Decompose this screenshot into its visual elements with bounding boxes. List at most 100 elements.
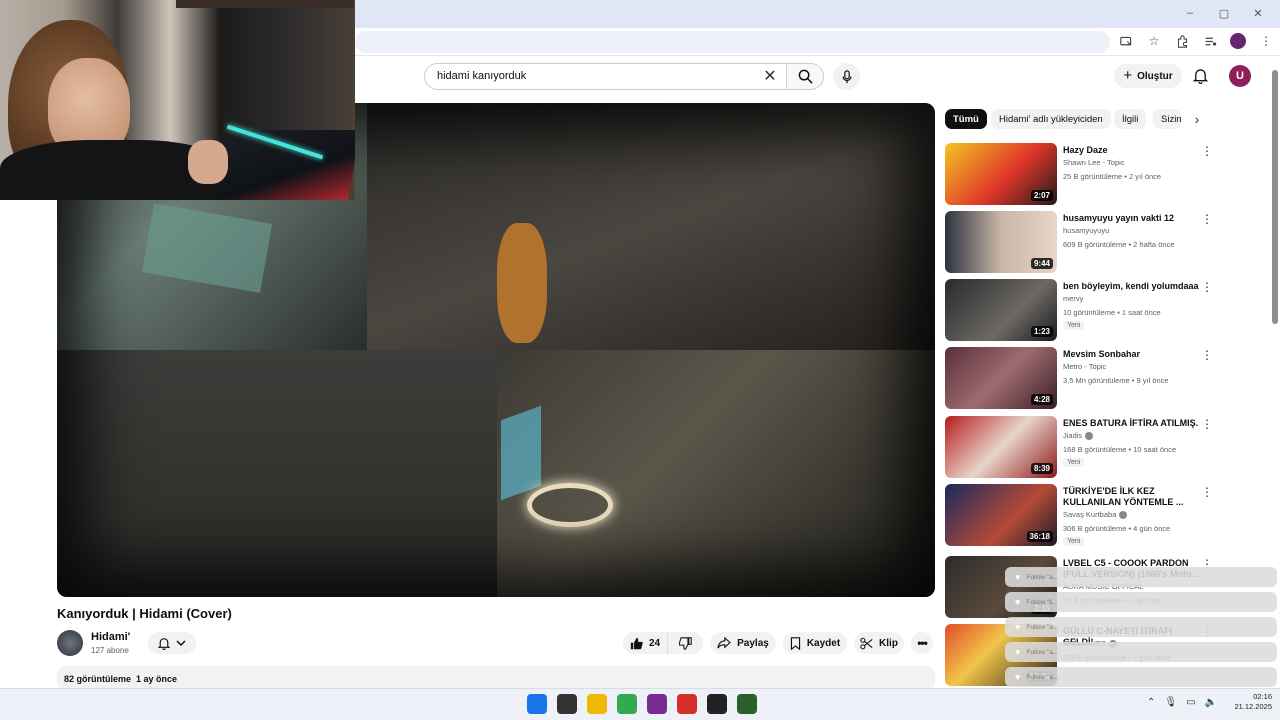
recommendation-meta: 306 B görüntüleme • 4 gün önce [1063,524,1171,533]
voice-search-button[interactable] [833,63,860,90]
channel-avatar[interactable] [57,630,83,656]
follow-text: Follow "a... [1026,573,1059,581]
media-control-icon[interactable] [1202,33,1218,49]
recommendation-title[interactable]: Hazy Daze [1063,145,1201,156]
file-explorer-icon[interactable] [587,694,607,714]
more-vertical-icon[interactable]: ⋮ [1201,418,1213,432]
display-icon[interactable]: ▭ [1186,697,1195,708]
account-avatar[interactable]: U [1229,65,1251,87]
notifications-button[interactable] [1190,66,1210,86]
recommendation-channel[interactable]: Metro - Topic [1063,362,1106,371]
keyboard [215,130,355,200]
create-button[interactable]: + Oluştur [1114,64,1182,88]
recommendation-title[interactable]: Mevsim Sonbahar [1063,349,1201,360]
new-badge: Yeni [1063,321,1085,330]
share-button[interactable]: Paylaş [710,632,776,654]
description-box[interactable] [57,666,935,690]
video-thumbnail[interactable]: 8:39 [945,416,1057,478]
address-bar[interactable] [355,31,1110,53]
clear-search-icon[interactable]: ✕ [762,67,778,85]
recommendation-item[interactable]: 2:07 Hazy Daze Shawn Lee - Topic 25 B görün… [945,143,1215,207]
new-badge: Yeni [1063,537,1085,546]
video-thumbnail[interactable]: 9:44 [945,211,1057,273]
profile-avatar[interactable]: U [1230,33,1246,49]
recommendation-item[interactable]: 4:28 Mevsim Sonbahar Metro - Topic 3,5 Mn g… [945,347,1215,411]
chrome-icon[interactable] [617,694,637,714]
recommendation-channel[interactable]: Shawn Lee - Topic [1063,158,1125,167]
obs-icon[interactable] [707,694,727,714]
dislike-button[interactable] [667,632,703,654]
subscription-notification-button[interactable] [148,632,196,654]
save-button[interactable]: Kaydet [783,632,847,654]
search-icon[interactable] [557,694,577,714]
more-horizontal-icon: ••• [917,636,928,650]
recommendation-channel[interactable]: mervy [1063,294,1083,303]
more-vertical-icon[interactable]: ⋮ [1201,486,1213,500]
speaker-icon[interactable]: 🔈 [1205,697,1217,708]
more-vertical-icon[interactable]: ⋮ [1201,281,1213,295]
recommendation-title[interactable]: ENES BATURA İFTİRA ATILMIŞ. [1063,418,1201,429]
thumbs-down-icon [679,636,692,650]
taskbar-apps [527,694,757,714]
chevron-right-icon[interactable]: › [1188,110,1206,128]
recommendation-channel[interactable]: Savaş Kurtbaba [1063,510,1128,520]
channel-name[interactable]: Hidami' [91,631,130,643]
heart-icon: ♥ [1015,572,1021,582]
chip-from-uploader[interactable]: Hidami' adlı yükleyiciden [991,109,1111,129]
more-actions-button[interactable]: ••• [911,632,933,654]
more-vertical-icon[interactable]: ⋮ [1201,213,1213,227]
chrome-profile-icon[interactable] [647,694,667,714]
video-thumbnail[interactable]: 36:18 [945,484,1057,546]
recommendation-channel[interactable]: husamyuyuyu [1063,226,1109,235]
follow-text: Follow "a... [1026,673,1059,681]
webcam-overlay [0,0,355,200]
video-thumbnail[interactable]: 2:07 [945,143,1057,205]
more-vertical-icon[interactable]: ⋮ [1201,145,1213,159]
channel-name: Shawn Lee - Topic [1063,158,1125,167]
recommendation-meta: 168 B görüntüleme • 10 saat önce [1063,445,1177,454]
app-icon[interactable] [737,694,757,714]
kebab-menu-icon[interactable]: ⋮ [1258,33,1274,49]
scrollbar-thumb[interactable] [1272,70,1278,324]
follow-notification-row: ♥ Follow "a... [1005,667,1277,687]
more-vertical-icon[interactable]: ⋮ [1201,349,1213,363]
microphone-icon[interactable]: 🎙 [1164,697,1177,708]
extensions-icon[interactable] [1174,33,1190,49]
create-label: Oluştur [1137,70,1173,82]
close-button[interactable]: ✕ [1250,7,1266,20]
follow-text: Follow "a... [1026,623,1059,631]
video-thumbnail[interactable]: 1:23 [945,279,1057,341]
thumbs-up-icon [630,637,643,649]
system-tray: ⌃ 🎙 ▭ 🔈 [1147,697,1217,708]
plus-icon: + [1123,67,1133,84]
video-title: Kanıyorduk | Hidami (Cover) [57,606,232,621]
chip-for-you[interactable]: Sizin [1153,109,1181,129]
like-button[interactable]: 24 [623,632,667,654]
bookmark-star-icon[interactable]: ☆ [1146,33,1162,49]
recommendation-title[interactable]: husamyuyu yayın vakti 12 [1063,213,1201,224]
system-clock[interactable]: 02:16 21.12.2025 [1228,692,1272,712]
search-query-text[interactable]: hidami kanıyorduk [437,70,526,82]
clip-button[interactable]: Klip [854,632,904,654]
maximize-button[interactable]: ▢ [1216,7,1232,20]
video-thumbnail[interactable]: 4:28 [945,347,1057,409]
install-app-icon[interactable] [1118,33,1134,49]
video-duration: 9:44 [1030,258,1053,269]
recommendation-channel[interactable]: Jiadis [1063,431,1094,441]
recommendation-item[interactable]: 8:39 ENES BATURA İFTİRA ATILMIŞ. Jiadis 168… [945,416,1215,480]
search-button[interactable] [786,63,824,90]
chevron-up-icon[interactable]: ⌃ [1147,697,1155,708]
recommendation-title[interactable]: TÜRKİYE'DE İLK KEZ KULLANILAN YÖNTEMLE .… [1063,486,1201,508]
minimize-button[interactable]: ‒ [1182,7,1198,20]
channel-name: Jiadis [1063,431,1083,440]
app-red-icon[interactable] [677,694,697,714]
save-label: Kaydet [806,637,841,649]
chip-related[interactable]: İlgili [1114,109,1147,129]
start-icon[interactable] [527,694,547,714]
chip-all[interactable]: Tümü [945,109,987,129]
recommendation-item[interactable]: 36:18 TÜRKİYE'DE İLK KEZ KULLANILAN YÖNTE… [945,484,1215,548]
recommendation-item[interactable]: 1:23 ben böyleyim, kendi yolumdaaa mervy 10… [945,279,1215,343]
recommendation-title[interactable]: ben böyleyim, kendi yolumdaaa [1063,281,1201,292]
verified-badge-icon [1119,511,1128,520]
recommendation-item[interactable]: 9:44 husamyuyu yayın vakti 12 husamyuyuyu 6… [945,211,1215,275]
